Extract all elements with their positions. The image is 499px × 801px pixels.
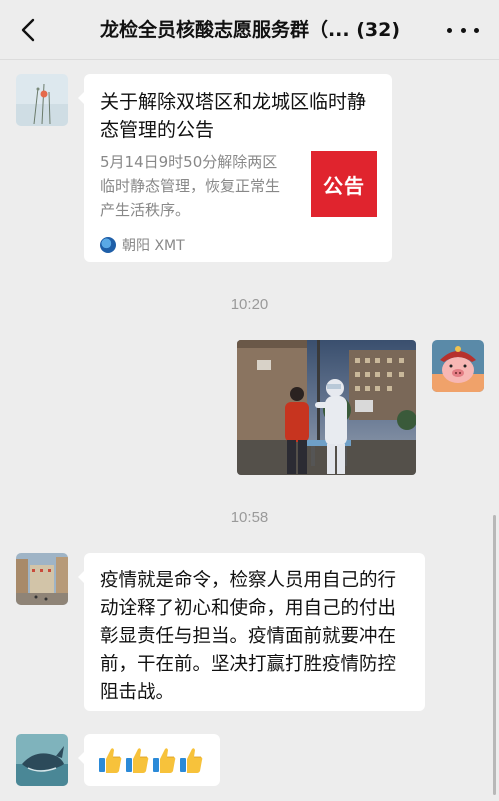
article-source-name: 朝阳 XMT [122,238,185,254]
article-title: 关于解除双塔区和龙城区临时静态管理的公告 [100,91,367,141]
chevron-left-icon [21,18,35,42]
avatar[interactable] [16,734,68,786]
article-source: 朝阳 XMT [100,234,185,256]
thumbs-up-icon [180,748,203,773]
avatar[interactable] [16,74,68,126]
thumbs-up-row [98,746,204,774]
chat-title[interactable]: 龙检全员核酸志愿服务群（... (32) [60,14,440,46]
thumbs-up-icon [126,748,149,773]
more-icon[interactable] [447,18,479,42]
emoji-message[interactable] [78,734,220,786]
text-message[interactable]: 疫情就是命令，检察人员用自己的行动诠释了初心和使命，用自己的付出彰显责任与担当。… [78,553,425,711]
message-text: 疫情就是命令，检察人员用自己的行动诠释了初心和使命，用自己的付出彰显责任与担当。… [100,570,397,703]
timestamp: 10:20 [230,296,269,313]
chat-header: 龙检全员核酸志愿服务群（... (32) [0,0,499,60]
photo-message[interactable] [237,340,416,475]
article-card[interactable]: 关于解除双塔区和龙城区临时静态管理的公告 5月14日9时50分解除两区临时静态管… [78,74,392,262]
scrollbar[interactable] [493,515,496,795]
my-avatar[interactable] [432,340,484,392]
avatar[interactable] [16,553,68,605]
article-thumbnail: 公告 [311,151,377,217]
article-description: 5月14日9时50分解除两区临时静态管理，恢复正常生产生活秩序。 [100,153,281,219]
thumbs-up-icon [153,748,176,773]
back-button[interactable] [14,16,42,44]
thumbs-up-icon [99,748,122,773]
source-logo-icon [100,237,116,253]
timestamp: 10:58 [230,509,269,526]
